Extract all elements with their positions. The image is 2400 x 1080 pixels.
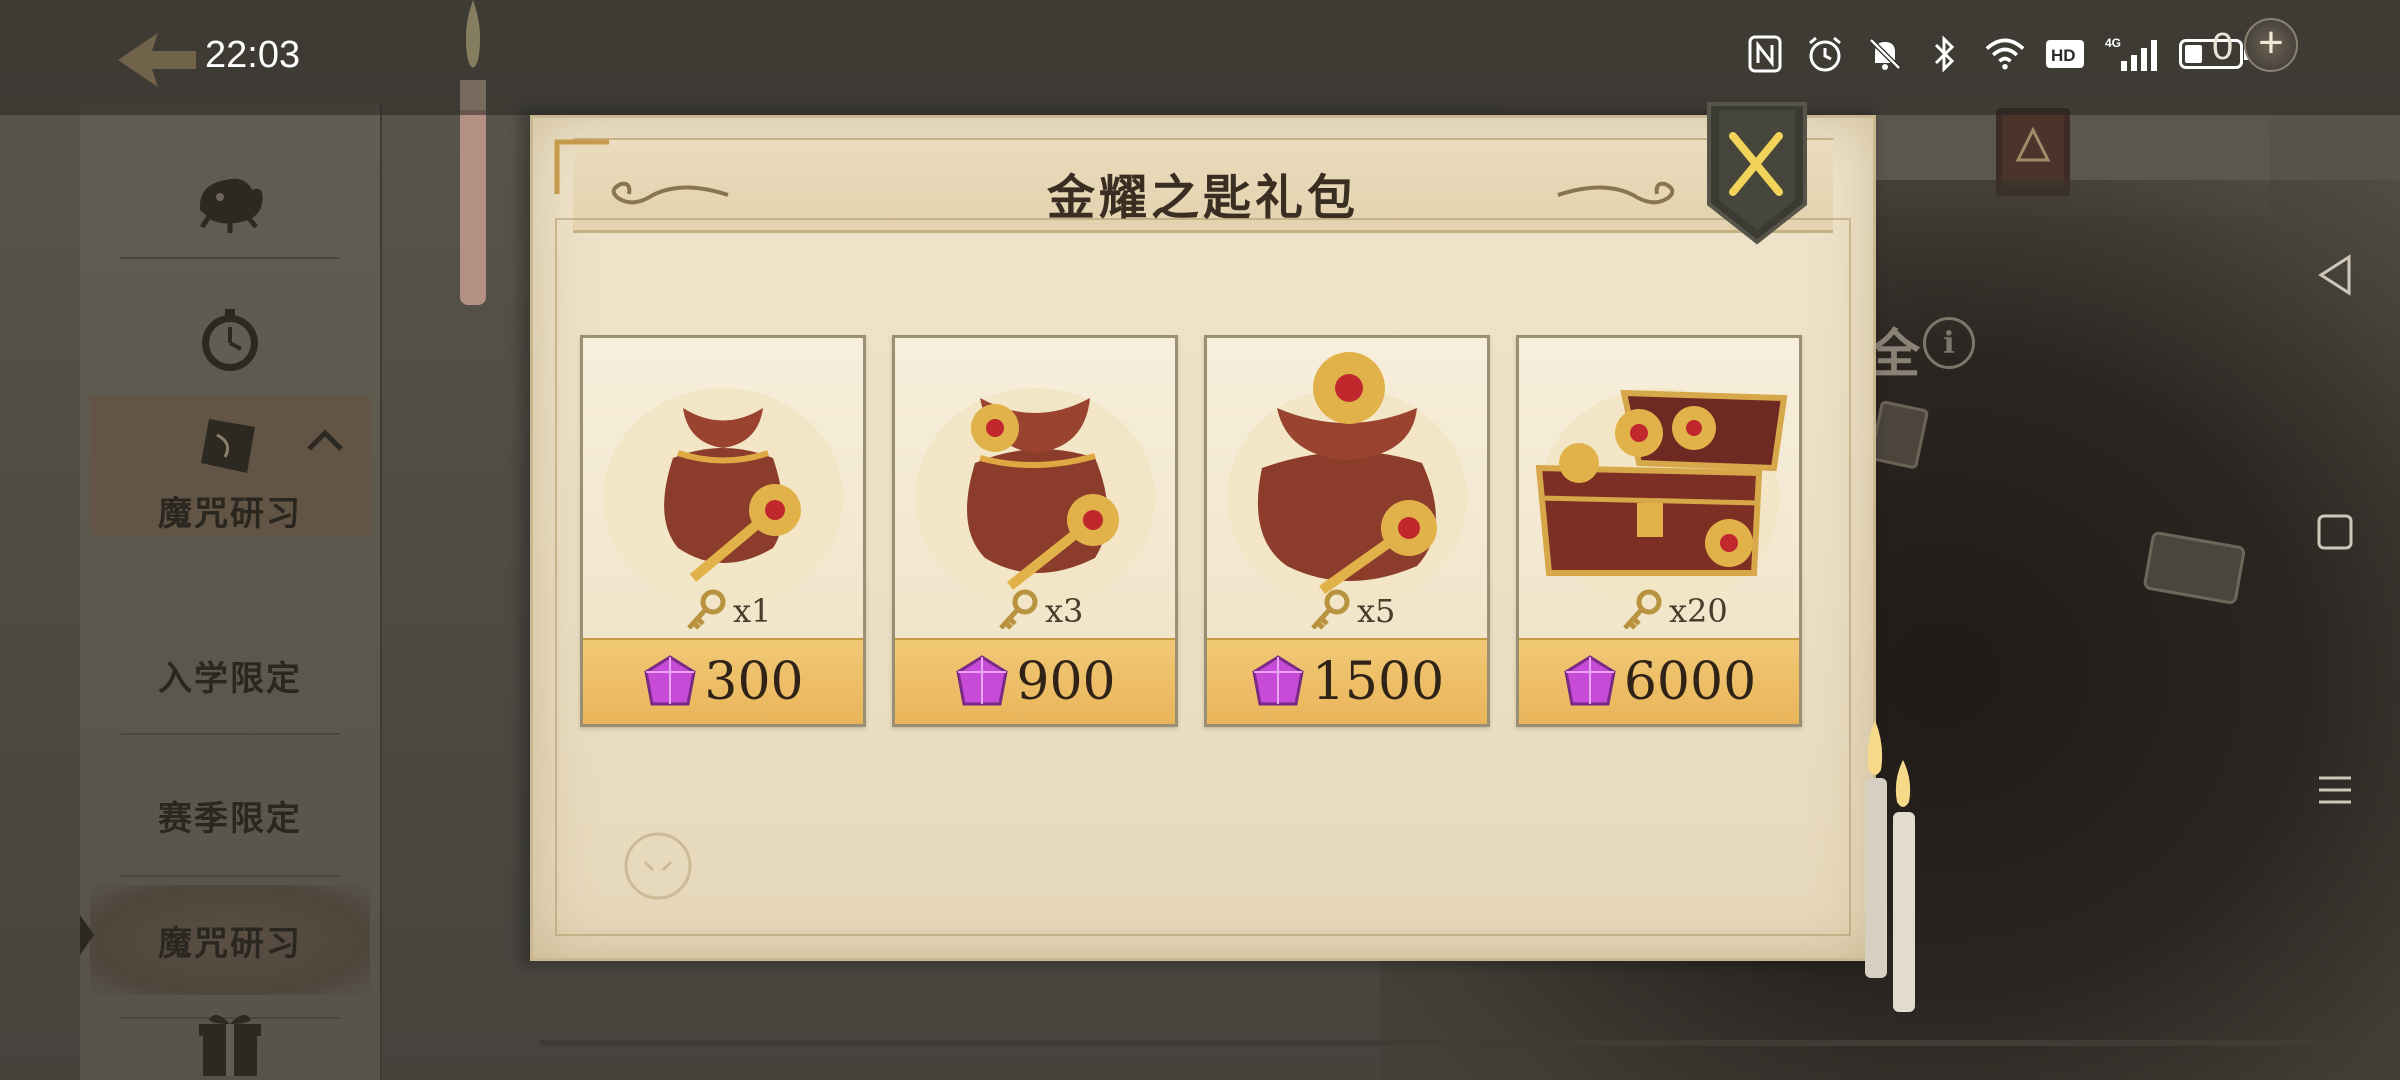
pack-quantity: x5 [1307, 588, 1395, 634]
pack-quantity: x20 [1619, 588, 1728, 634]
category-sidebar: 魔咒研习 入学限定 赛季限定 魔咒研习 [80, 105, 382, 1080]
chevron-up-icon[interactable] [305, 427, 345, 457]
pack-price-button[interactable]: 6000 [1519, 638, 1799, 724]
add-currency-button[interactable]: + [2244, 18, 2298, 72]
sidebar-item-season-label: 赛季限定 [158, 798, 302, 839]
pack-price: 300 [704, 652, 804, 712]
gift-box-icon [190, 1005, 270, 1080]
pack-price: 900 [1016, 652, 1116, 712]
pumpkin-ornament-icon [624, 832, 692, 900]
close-button[interactable] [1705, 100, 1809, 246]
sidebar-divider [120, 875, 340, 877]
pack-price: 1500 [1311, 652, 1445, 712]
info-icon-symbol: i [1943, 325, 1955, 361]
creature-icon [190, 160, 270, 240]
mystery-card-icon [1870, 400, 1929, 469]
sidebar-item-creatures[interactable] [80, 145, 380, 255]
sidebar-item-season[interactable]: 赛季限定 [80, 785, 380, 845]
back-arrow-icon[interactable] [110, 25, 200, 95]
sidebar-group-spells-label: 魔咒研习 [158, 493, 302, 534]
background-rail [540, 1040, 2340, 1046]
svg-text:4G: 4G [2105, 36, 2121, 50]
gem-icon [956, 655, 1009, 706]
triangle-back-icon [2318, 254, 2351, 296]
info-icon[interactable]: i [1923, 317, 1975, 369]
hd-voice-icon: HD [2045, 34, 2085, 74]
pack-price-button[interactable]: 1500 [1207, 638, 1487, 724]
notifications-muted-icon [1865, 34, 1905, 74]
pack-quantity: x1 [683, 588, 771, 634]
pack-quantity: x3 [995, 588, 1083, 634]
sidebar-item-gifts[interactable] [80, 1005, 380, 1080]
pack-card-3[interactable]: x5 1500 [1204, 335, 1490, 727]
alarm-icon [1805, 34, 1845, 74]
key-icon [999, 589, 1038, 630]
pack-quantity-text: x5 [1357, 592, 1396, 630]
pack-card-2[interactable]: x3 900 [892, 335, 1178, 727]
pack-quantity-text: x1 [733, 592, 772, 630]
spell-card-icon [190, 405, 270, 485]
key-icon [687, 589, 726, 630]
selected-marker-icon [80, 915, 94, 959]
key-icon [1311, 589, 1350, 630]
sidebar-group-label: 魔咒研习 [80, 485, 380, 535]
pack-card-4[interactable]: x20 6000 [1516, 335, 1802, 727]
currency-counter: 0 [2212, 26, 2234, 68]
status-icons: HD 4G [1745, 28, 2249, 80]
sidebar-item-enrollment[interactable]: 入学限定 [80, 645, 380, 705]
sidebar-item-spells-label: 魔咒研习 [158, 923, 302, 964]
nav-home-button[interactable] [2305, 502, 2365, 562]
candle-decoration-right [1865, 720, 1915, 1012]
battery-icon [2179, 39, 2249, 69]
corner-ornament-icon [554, 139, 609, 194]
nav-menu-button[interactable] [2305, 760, 2365, 820]
pack-card-1[interactable]: x1 300 [580, 335, 866, 727]
pack-quantity-text: x20 [1669, 592, 1728, 630]
mystery-card-icon [2143, 531, 2246, 604]
sidebar-divider [120, 257, 340, 259]
gem-icon [1252, 655, 1304, 706]
sidebar-item-enrollment-label: 入学限定 [158, 658, 302, 699]
gem-icon [1564, 655, 1616, 706]
plus-icon: + [2258, 18, 2284, 67]
wifi-icon [1985, 34, 2025, 74]
menu-lines-icon [2319, 776, 2351, 804]
sidebar-item-timer[interactable] [80, 285, 380, 395]
pack-quantity-text: x3 [1045, 592, 1084, 630]
pocket-watch-icon [190, 300, 270, 380]
pack-price-button[interactable]: 900 [895, 638, 1175, 724]
nav-back-button[interactable] [2305, 245, 2365, 305]
signal-4g-icon: 4G [2105, 34, 2159, 74]
pack-price: 6000 [1623, 652, 1757, 712]
pack-price-button[interactable]: 300 [583, 638, 863, 724]
status-clock: 22:03 [205, 34, 301, 76]
sidebar-divider [120, 733, 340, 735]
sidebar-group-spells[interactable] [80, 405, 380, 485]
svg-text:HD: HD [2051, 46, 2076, 65]
key-icon [1623, 589, 1662, 630]
pack-list: x1 300 x3 900 x5 1500 x20 6000 [580, 335, 1802, 727]
square-home-icon [2317, 514, 2353, 550]
bluetooth-icon [1925, 34, 1965, 74]
flourish-right-icon [1557, 181, 1675, 205]
gem-icon [644, 655, 697, 706]
nfc-icon [1745, 34, 1785, 74]
sidebar-item-spells[interactable]: 魔咒研习 [80, 910, 380, 970]
